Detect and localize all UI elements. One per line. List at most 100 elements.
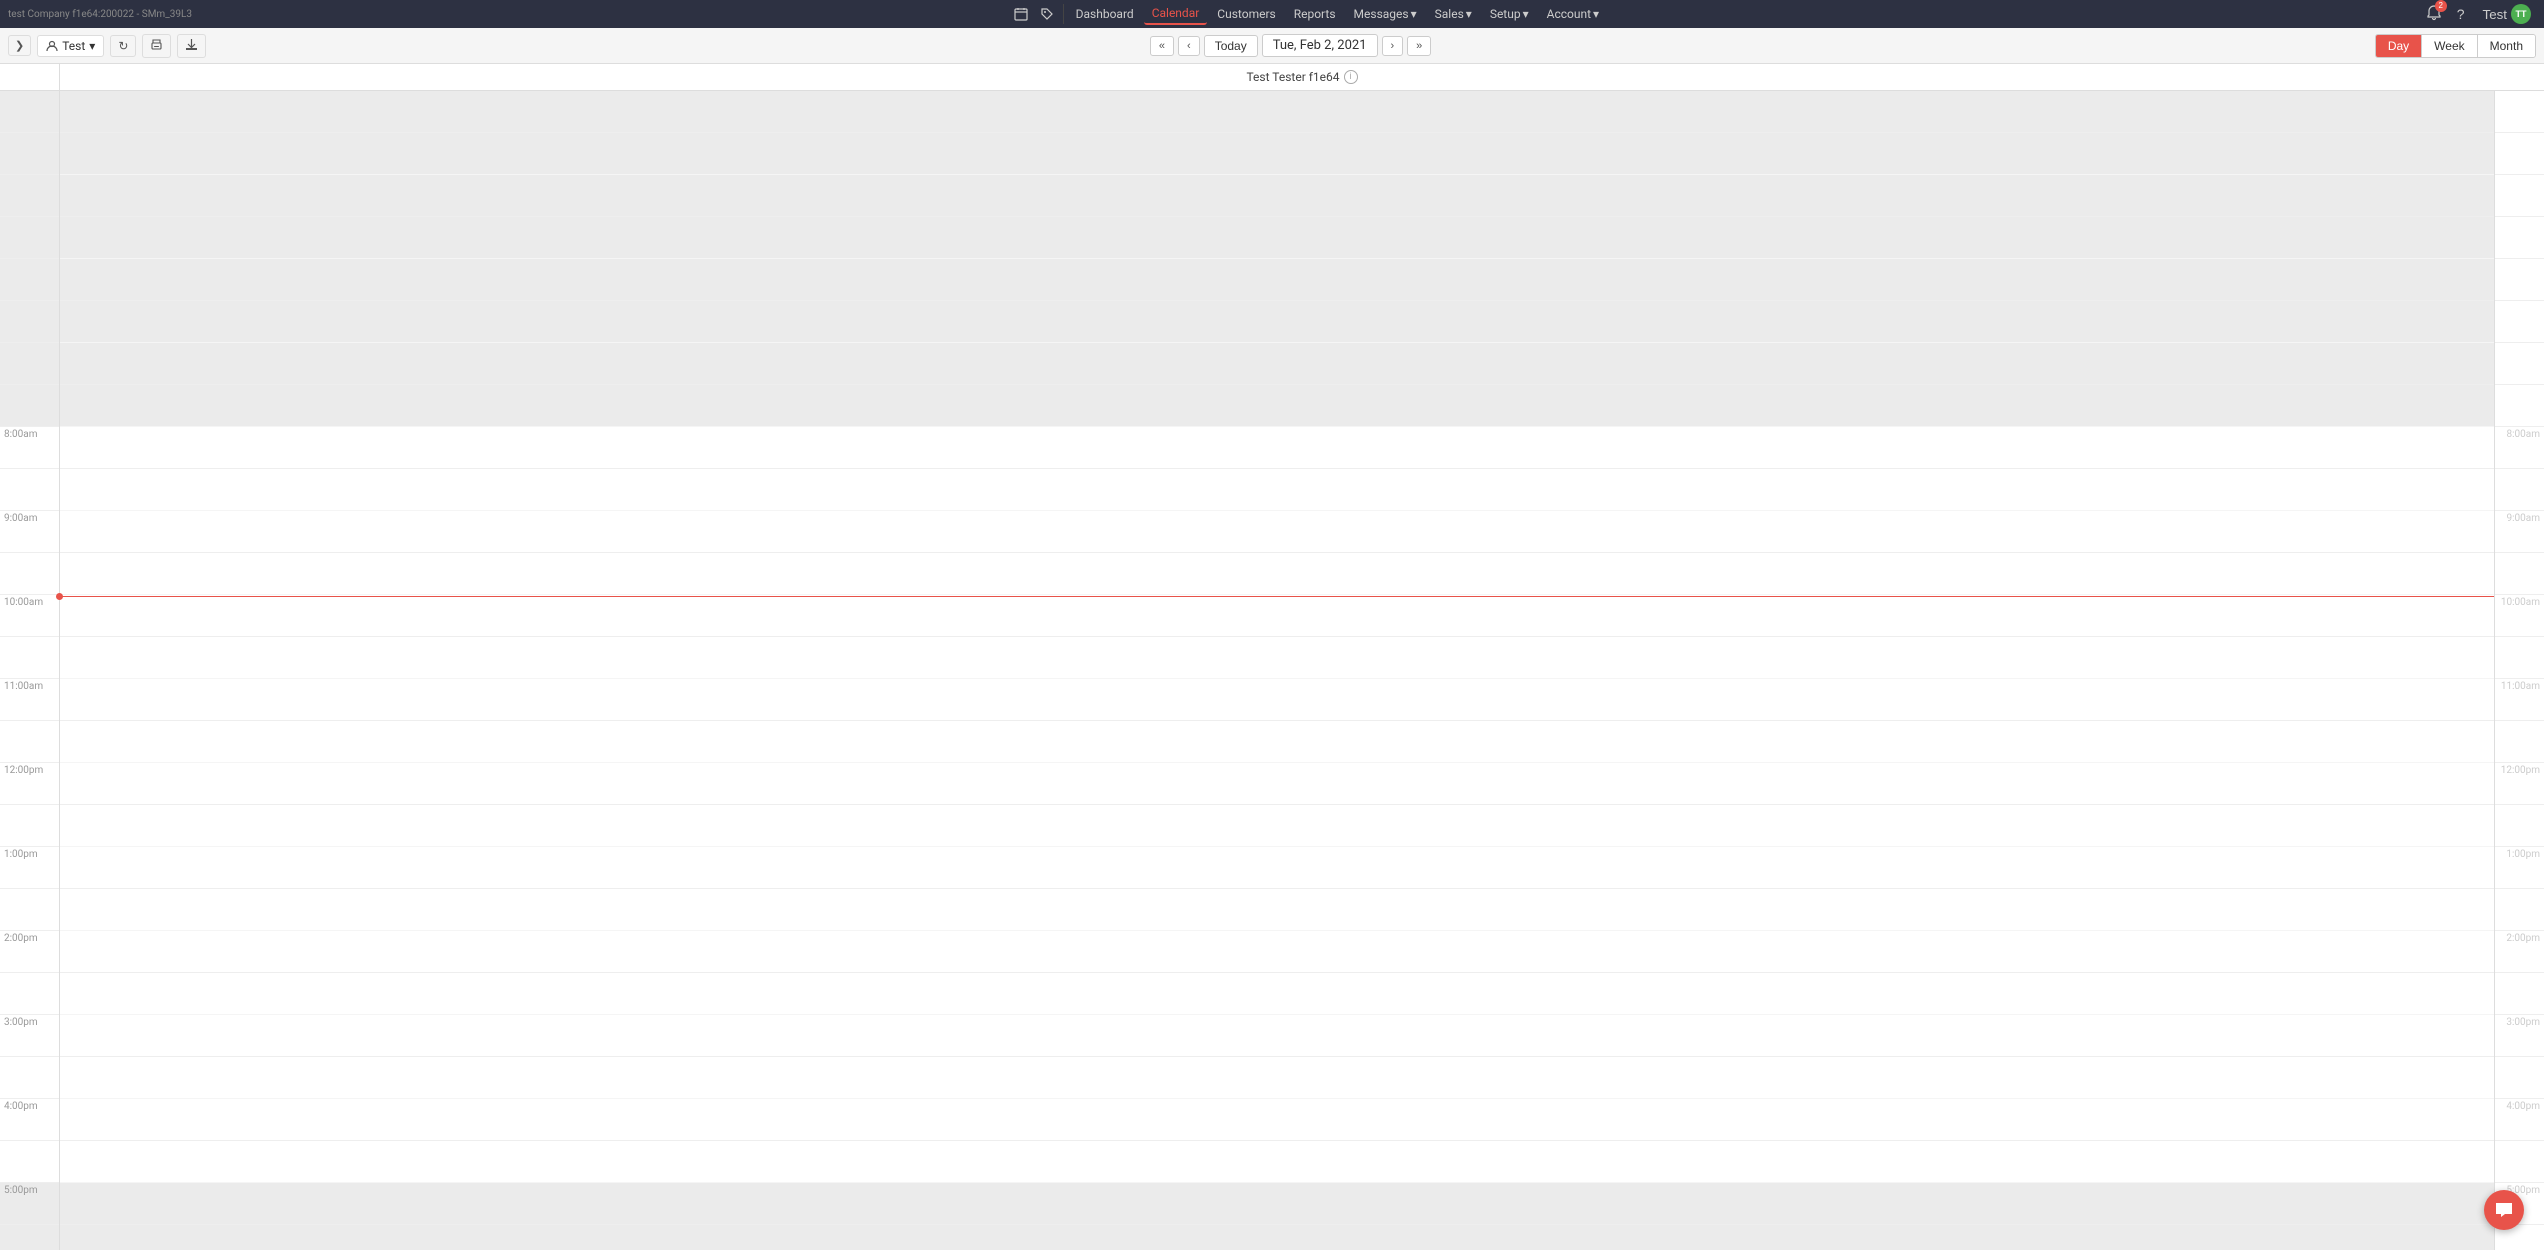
- nav-reports[interactable]: Reports: [1286, 4, 1344, 24]
- event-slot[interactable]: [60, 469, 2494, 511]
- selected-user-label: Test: [62, 39, 85, 53]
- resource-info-icon[interactable]: i: [1344, 70, 1358, 84]
- time-label-slot: [0, 637, 59, 679]
- calendar-body[interactable]: Test Tester f1e64 i 8:00am 9:00am 10:00am 1…: [0, 64, 2544, 1250]
- event-slot[interactable]: [60, 343, 2494, 385]
- collapse-sidebar-button[interactable]: ❯: [8, 35, 31, 56]
- time-label-right: [2495, 301, 2544, 343]
- nav-customers[interactable]: Customers: [1209, 4, 1283, 24]
- prev-prev-button[interactable]: «: [1150, 36, 1174, 56]
- time-label-right: 10:00am: [2495, 595, 2544, 637]
- time-label-right: [2495, 805, 2544, 847]
- event-slot[interactable]: [60, 1141, 2494, 1183]
- user-avatar: TT: [2511, 4, 2531, 24]
- event-slot[interactable]: [60, 889, 2494, 931]
- time-label-right: [2495, 1057, 2544, 1099]
- event-slot[interactable]: [60, 553, 2494, 595]
- time-label-right: 1:00pm: [2495, 847, 2544, 889]
- export-button[interactable]: [177, 34, 206, 58]
- time-label-right: 11:00am: [2495, 679, 2544, 721]
- calendar-icon-btn[interactable]: [1009, 5, 1033, 23]
- event-slot[interactable]: [60, 1015, 2494, 1057]
- event-slot[interactable]: [60, 847, 2494, 889]
- time-grid: 8:00am9:00am10:00am11:00am12:00pm1:00pm2…: [0, 91, 2544, 1250]
- date-navigation: « ‹ Today Tue, Feb 2, 2021 › »: [212, 34, 2368, 57]
- day-column-header: Test Tester f1e64 i: [60, 64, 2544, 90]
- main-navigation: Dashboard Calendar Customers Reports Mes…: [1009, 3, 1607, 25]
- event-slot[interactable]: [60, 175, 2494, 217]
- event-slot[interactable]: [60, 595, 2494, 637]
- time-label-right: [2495, 175, 2544, 217]
- today-button[interactable]: Today: [1204, 35, 1258, 57]
- event-slot[interactable]: [60, 259, 2494, 301]
- time-label-right: [2495, 721, 2544, 763]
- event-slot[interactable]: [60, 637, 2494, 679]
- event-slot[interactable]: [60, 679, 2494, 721]
- event-slot[interactable]: [60, 1099, 2494, 1141]
- nav-dashboard[interactable]: Dashboard: [1068, 4, 1142, 24]
- time-label-right: 8:00am: [2495, 427, 2544, 469]
- day-view-button[interactable]: Day: [2376, 35, 2422, 57]
- time-label-right: [2495, 889, 2544, 931]
- prev-button[interactable]: ‹: [1178, 36, 1200, 56]
- next-next-button[interactable]: »: [1407, 36, 1431, 56]
- event-slot[interactable]: [60, 1225, 2494, 1250]
- chat-button[interactable]: [2484, 1190, 2524, 1230]
- month-view-button[interactable]: Month: [2478, 35, 2535, 57]
- time-label-slot: 4:00pm: [0, 1099, 59, 1141]
- time-label-right: [2495, 385, 2544, 427]
- event-slot[interactable]: [60, 721, 2494, 763]
- current-date-display: Tue, Feb 2, 2021: [1262, 34, 1378, 57]
- nav-messages[interactable]: Messages ▾: [1346, 4, 1425, 24]
- time-label-right: [2495, 343, 2544, 385]
- time-gutter: [0, 64, 60, 90]
- nav-account[interactable]: Account ▾: [1539, 4, 1607, 24]
- time-label-right: [2495, 133, 2544, 175]
- nav-setup[interactable]: Setup ▾: [1482, 4, 1537, 24]
- time-label-slot: [0, 469, 59, 511]
- nav-right-section: 2 ? Test TT: [2424, 2, 2536, 26]
- event-slot[interactable]: [60, 511, 2494, 553]
- event-slot[interactable]: [60, 973, 2494, 1015]
- event-slot[interactable]: [60, 805, 2494, 847]
- event-slot[interactable]: [60, 763, 2494, 805]
- time-label-right: [2495, 91, 2544, 133]
- user-selector[interactable]: Test ▾: [37, 35, 104, 57]
- event-slot[interactable]: [60, 427, 2494, 469]
- company-info: test Company f1e64:200022 - SMm_39L3: [8, 9, 192, 20]
- event-slot[interactable]: [60, 1057, 2494, 1099]
- refresh-button[interactable]: ↻: [110, 35, 136, 57]
- time-label-slot: 9:00am: [0, 511, 59, 553]
- time-label-slot: [0, 1225, 59, 1250]
- nav-sales[interactable]: Sales ▾: [1427, 4, 1480, 24]
- time-label-right: 4:00pm: [2495, 1099, 2544, 1141]
- event-slot[interactable]: [60, 301, 2494, 343]
- event-slot[interactable]: [60, 931, 2494, 973]
- time-label-right: 12:00pm: [2495, 763, 2544, 805]
- event-slot[interactable]: [60, 133, 2494, 175]
- time-label-right: [2495, 973, 2544, 1015]
- print-button[interactable]: [142, 34, 171, 58]
- notifications-button[interactable]: 2: [2424, 3, 2444, 26]
- time-label-slot: [0, 175, 59, 217]
- time-label-right: [2495, 259, 2544, 301]
- top-navigation-bar: test Company f1e64:200022 - SMm_39L3 Das…: [0, 0, 2544, 28]
- event-slot[interactable]: [60, 91, 2494, 133]
- time-label-right: 9:00am: [2495, 511, 2544, 553]
- time-label-slot: [0, 553, 59, 595]
- user-menu-button[interactable]: Test TT: [2478, 2, 2536, 26]
- tag-icon-btn[interactable]: [1035, 5, 1059, 23]
- next-button[interactable]: ›: [1382, 36, 1404, 56]
- event-slot[interactable]: [60, 1183, 2494, 1225]
- day-events-column[interactable]: [60, 91, 2494, 1250]
- event-slot[interactable]: [60, 385, 2494, 427]
- help-button[interactable]: ?: [2452, 4, 2470, 24]
- time-label-slot: 5:00pm: [0, 1183, 59, 1225]
- nav-calendar[interactable]: Calendar: [1144, 3, 1208, 25]
- time-label-right: [2495, 469, 2544, 511]
- event-slot[interactable]: [60, 217, 2494, 259]
- time-label-slot: [0, 973, 59, 1015]
- time-label-slot: [0, 1057, 59, 1099]
- time-label-slot: [0, 889, 59, 931]
- week-view-button[interactable]: Week: [2422, 35, 2477, 57]
